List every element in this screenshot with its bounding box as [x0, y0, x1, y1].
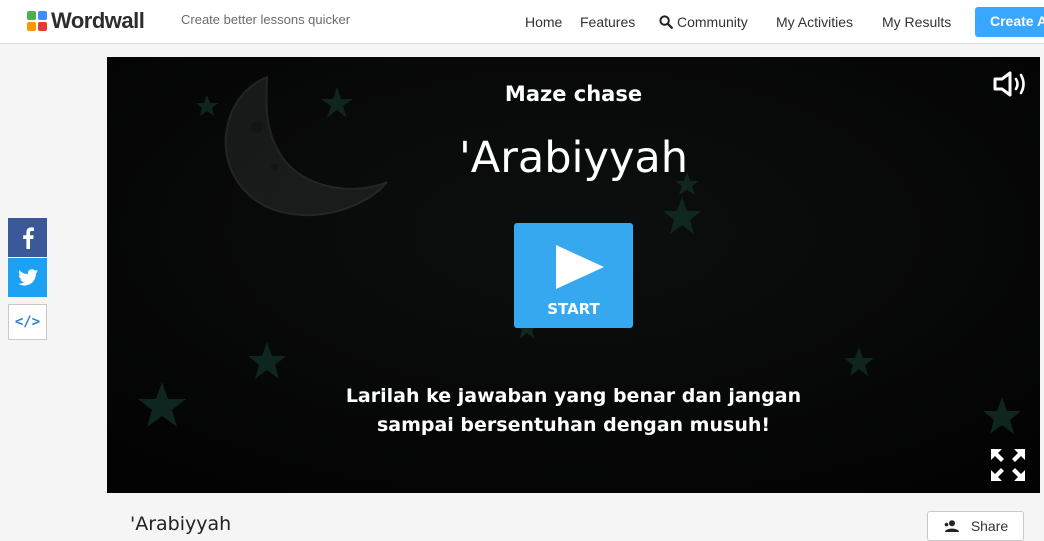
share-twitter-button[interactable] [8, 258, 47, 297]
share-button-label: Share [970, 518, 1009, 534]
share-facebook-button[interactable] [8, 218, 47, 257]
fullscreen-icon[interactable] [989, 447, 1027, 483]
game-template-name: Maze chase [504, 82, 643, 106]
instructions-line-2: sampai bersentuhan dengan musuh! [376, 414, 771, 436]
wordwall-logo[interactable]: Wordwall [27, 8, 145, 33]
activity-title: 'Arabiyyah [130, 513, 232, 535]
game-title: 'Arabiyyah [458, 133, 688, 183]
embed-code-button[interactable]: </> [8, 304, 47, 340]
instructions-line-1: Larilah ke jawaban yang benar dan jangan [345, 385, 802, 407]
nav-my-results-label[interactable]: My Results [882, 14, 951, 30]
facebook-icon [22, 226, 34, 249]
nav-features-label[interactable]: Features [580, 14, 635, 30]
play-icon [556, 245, 604, 289]
start-button-label: START [547, 300, 600, 318]
create-activity-button[interactable]: Create A [975, 7, 1044, 37]
wordwall-logo-mark-icon [27, 11, 47, 31]
brand-name: Wordwall [51, 8, 145, 33]
nav-my-results[interactable]: My Results [882, 12, 951, 32]
nav-community-label[interactable]: Community [677, 14, 748, 30]
share-button[interactable]: Share [927, 511, 1024, 541]
search-icon [659, 15, 673, 29]
share-users-icon [944, 520, 959, 532]
nav-community[interactable]: Community [659, 12, 748, 32]
game-instructions: Larilah ke jawaban yang benar dan jangan… [107, 382, 1040, 440]
nav-home[interactable]: Home [525, 12, 562, 32]
nav-my-activities-label[interactable]: My Activities [776, 14, 853, 30]
nav-features[interactable]: Features [580, 12, 635, 32]
tagline: Create better lessons quicker [181, 12, 351, 27]
start-button[interactable]: START [514, 223, 633, 328]
top-navigation-bar: Wordwall Create better lessons quicker H… [0, 0, 1044, 44]
game-player[interactable]: Maze chase 'Arabiyyah START Larilah ke j… [107, 57, 1040, 493]
nav-my-activities[interactable]: My Activities [776, 12, 853, 32]
twitter-icon [17, 269, 38, 286]
sound-icon[interactable] [992, 70, 1028, 98]
nav-home-label[interactable]: Home [525, 14, 562, 30]
